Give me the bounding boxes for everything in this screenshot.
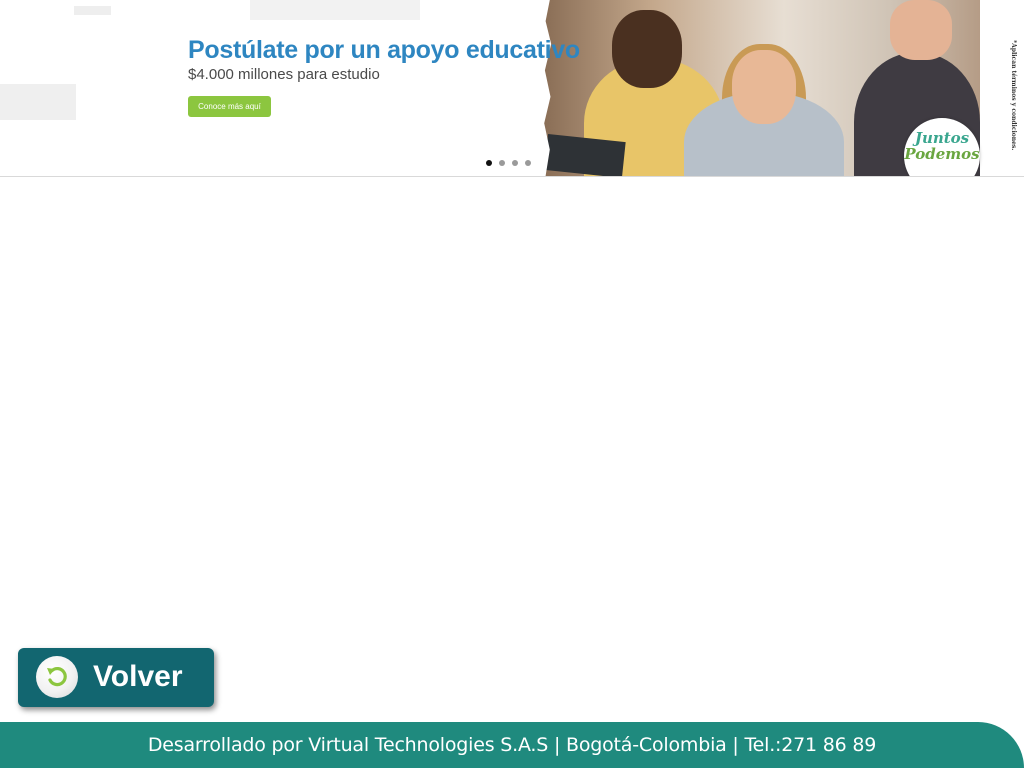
decorative-paper-scrap xyxy=(74,6,111,15)
carousel-dot-4[interactable] xyxy=(525,160,531,166)
terms-disclaimer: *Aplican términos y condiciones. xyxy=(1010,40,1017,151)
student-figure xyxy=(732,50,796,124)
back-button[interactable]: Volver xyxy=(18,648,214,707)
logo-text-line1: Juntos xyxy=(914,129,970,147)
carousel-pagination xyxy=(486,160,531,166)
student-figure xyxy=(612,10,682,88)
student-figure xyxy=(890,0,952,60)
promo-banner[interactable]: Postúlate por un apoyo educativo $4.000 … xyxy=(0,0,1024,177)
logo-text-line2: Podemos xyxy=(904,145,980,163)
carousel-dot-2[interactable] xyxy=(499,160,505,166)
decorative-paper-scrap xyxy=(0,84,76,120)
refresh-back-icon xyxy=(36,656,78,698)
banner-subtitle: $4.000 millones para estudio xyxy=(188,66,380,83)
footer-credits: Desarrollado por Virtual Technologies S.… xyxy=(147,734,877,756)
learn-more-button[interactable]: Conoce más aquí xyxy=(188,96,271,117)
banner-title: Postúlate por un apoyo educativo xyxy=(188,36,580,64)
carousel-dot-1[interactable] xyxy=(486,160,492,166)
decorative-paper-scrap xyxy=(250,0,420,20)
carousel-dot-3[interactable] xyxy=(512,160,518,166)
back-button-label: Volver xyxy=(93,660,183,693)
tablet-device xyxy=(544,134,626,176)
footer-bar: Desarrollado por Virtual Technologies S.… xyxy=(0,722,1024,768)
